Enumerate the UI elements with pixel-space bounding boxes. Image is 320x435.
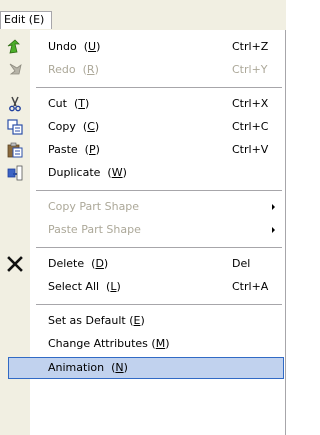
edit-menu-dropdown: Undo (U) Ctrl+Z Redo (R) Ctrl+Y Cut (T) … bbox=[0, 30, 286, 435]
redo-icon bbox=[7, 62, 23, 78]
menu-item-paste-part-shape[interactable]: Paste Part Shape bbox=[0, 219, 286, 241]
menu-item-set-as-default[interactable]: Set as Default (E) bbox=[0, 310, 286, 332]
submenu-arrow-icon bbox=[272, 204, 275, 210]
menu-item-cut[interactable]: Cut (T) Ctrl+X bbox=[0, 93, 286, 115]
clipboard-icon bbox=[7, 142, 23, 158]
menu-item-animation[interactable]: Animation (N) bbox=[8, 357, 284, 379]
shortcut-undo: Ctrl+Z bbox=[232, 40, 269, 53]
edit-menu-title[interactable]: Edit (E) bbox=[0, 11, 52, 29]
menu-item-copy-part-shape[interactable]: Copy Part Shape bbox=[0, 196, 286, 218]
menu-item-copy[interactable]: Copy (C) Ctrl+C bbox=[0, 116, 286, 138]
shortcut-paste: Ctrl+V bbox=[232, 143, 269, 156]
shortcut-cut: Ctrl+X bbox=[232, 97, 269, 110]
delete-x-icon bbox=[7, 256, 23, 272]
menu-item-change-attributes[interactable]: Change Attributes (M) bbox=[0, 333, 286, 355]
menu-item-redo[interactable]: Redo (R) Ctrl+Y bbox=[0, 59, 286, 81]
undo-icon bbox=[7, 39, 23, 55]
shortcut-delete: Del bbox=[232, 257, 251, 270]
shortcut-copy: Ctrl+C bbox=[232, 120, 269, 133]
separator bbox=[36, 87, 282, 88]
menu-item-select-all[interactable]: Select All (L) Ctrl+A bbox=[0, 276, 286, 298]
separator bbox=[36, 190, 282, 191]
separator bbox=[36, 304, 282, 305]
submenu-arrow-icon bbox=[272, 227, 275, 233]
menu-bar: Edit (E) bbox=[0, 0, 286, 30]
scissors-icon bbox=[7, 96, 23, 112]
copy-icon bbox=[7, 119, 23, 135]
menu-item-duplicate[interactable]: Duplicate (W) bbox=[0, 162, 286, 184]
shortcut-select-all: Ctrl+A bbox=[232, 280, 269, 293]
duplicate-icon bbox=[7, 165, 23, 181]
menu-item-undo[interactable]: Undo (U) Ctrl+Z bbox=[0, 36, 286, 58]
shortcut-redo: Ctrl+Y bbox=[232, 63, 268, 76]
menu-item-delete[interactable]: Delete (D) Del bbox=[0, 253, 286, 275]
menu-item-paste[interactable]: Paste (P) Ctrl+V bbox=[0, 139, 286, 161]
separator bbox=[36, 247, 282, 248]
